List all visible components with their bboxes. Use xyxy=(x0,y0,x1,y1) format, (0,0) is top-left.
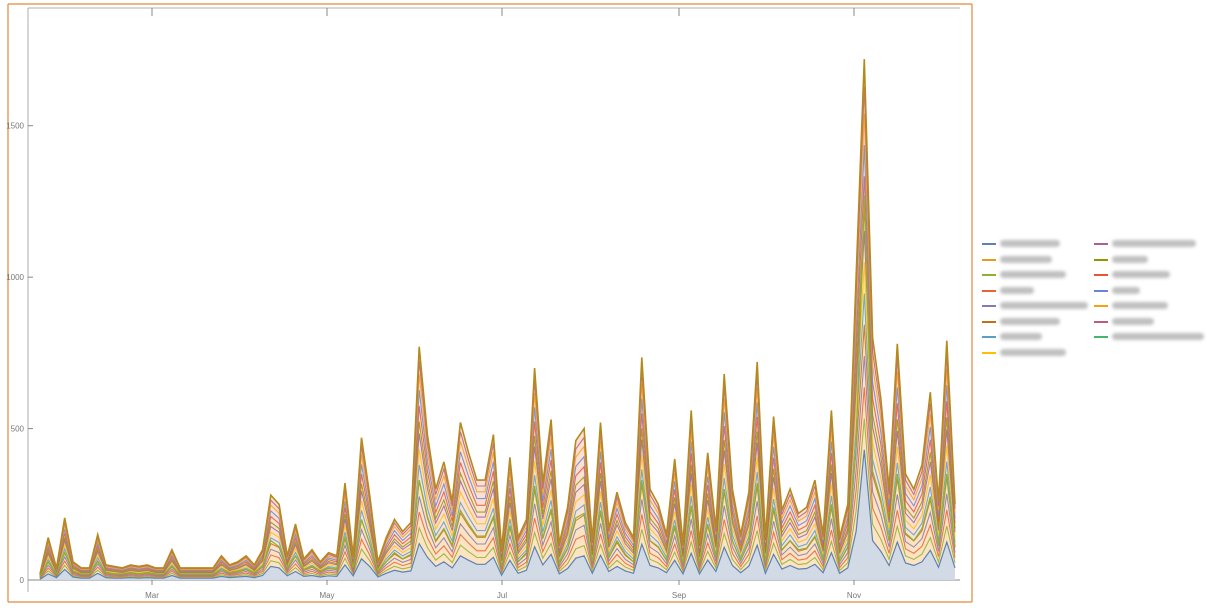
legend-swatch xyxy=(1094,305,1108,307)
x-tick-label: Jul xyxy=(497,591,507,600)
y-tick-label: 1000 xyxy=(6,273,24,282)
chart-figure: Mar May Jul Sep Nov 0 500 1000 1500 xyxy=(0,0,1214,607)
legend-label-redacted xyxy=(1000,317,1060,325)
legend-entry xyxy=(1094,331,1204,343)
y-tick-label: 1500 xyxy=(6,122,24,131)
legend-entry xyxy=(982,254,1092,266)
legend-label-redacted xyxy=(1112,271,1170,278)
legend-swatch xyxy=(982,305,996,307)
legend-label-redacted xyxy=(1112,333,1204,340)
legend-entry xyxy=(982,238,1092,250)
legend-swatch xyxy=(1094,289,1108,292)
legend-label-redacted xyxy=(1000,271,1066,278)
legend-label-redacted xyxy=(1000,255,1052,263)
legend-entry xyxy=(982,347,1092,359)
x-tick-label: Mar xyxy=(145,591,159,600)
legend-label-redacted xyxy=(1112,240,1196,247)
legend-swatch xyxy=(1094,243,1108,245)
legend-entry xyxy=(1094,285,1204,297)
legend-entry xyxy=(982,285,1092,297)
legend-label-redacted xyxy=(1112,317,1154,325)
legend-entry xyxy=(982,269,1092,281)
legend-swatch xyxy=(982,289,996,292)
legend-entry xyxy=(1094,269,1204,281)
legend-swatch xyxy=(982,320,996,323)
legend-entry xyxy=(982,300,1092,312)
legend-label-redacted xyxy=(1000,348,1066,356)
legend-entry xyxy=(982,316,1092,328)
legend-label-redacted xyxy=(1000,240,1060,247)
legend-label-redacted xyxy=(1112,286,1140,294)
legend-swatch xyxy=(1094,274,1108,276)
y-tick-label: 0 xyxy=(20,576,25,585)
legend-swatch xyxy=(1094,320,1108,323)
area-series xyxy=(39,59,956,581)
x-tick-label: Nov xyxy=(847,591,861,600)
legend-swatch xyxy=(982,274,996,276)
legend-swatch xyxy=(982,258,996,261)
y-tick-label: 500 xyxy=(11,425,25,434)
legend-entry xyxy=(1094,254,1204,266)
legend-label-redacted xyxy=(1112,302,1168,309)
legend-swatch xyxy=(982,243,996,245)
legend-swatch xyxy=(1094,258,1108,261)
legend-swatch xyxy=(982,336,996,338)
series-line-top xyxy=(39,59,956,575)
legend-label-redacted xyxy=(1112,255,1148,263)
x-tick-label: Sep xyxy=(672,591,687,600)
legend-swatch xyxy=(1094,336,1108,338)
legend-swatch xyxy=(982,351,996,354)
legend-entry xyxy=(1094,300,1204,312)
legend-entry xyxy=(1094,316,1204,328)
legend-entry xyxy=(982,331,1092,343)
legend-entry xyxy=(1094,238,1204,250)
legend-label-redacted xyxy=(1000,333,1042,340)
x-tick-label: May xyxy=(319,591,334,600)
chart-legend xyxy=(982,238,1214,363)
legend-label-redacted xyxy=(1000,286,1034,294)
legend-label-redacted xyxy=(1000,302,1088,309)
